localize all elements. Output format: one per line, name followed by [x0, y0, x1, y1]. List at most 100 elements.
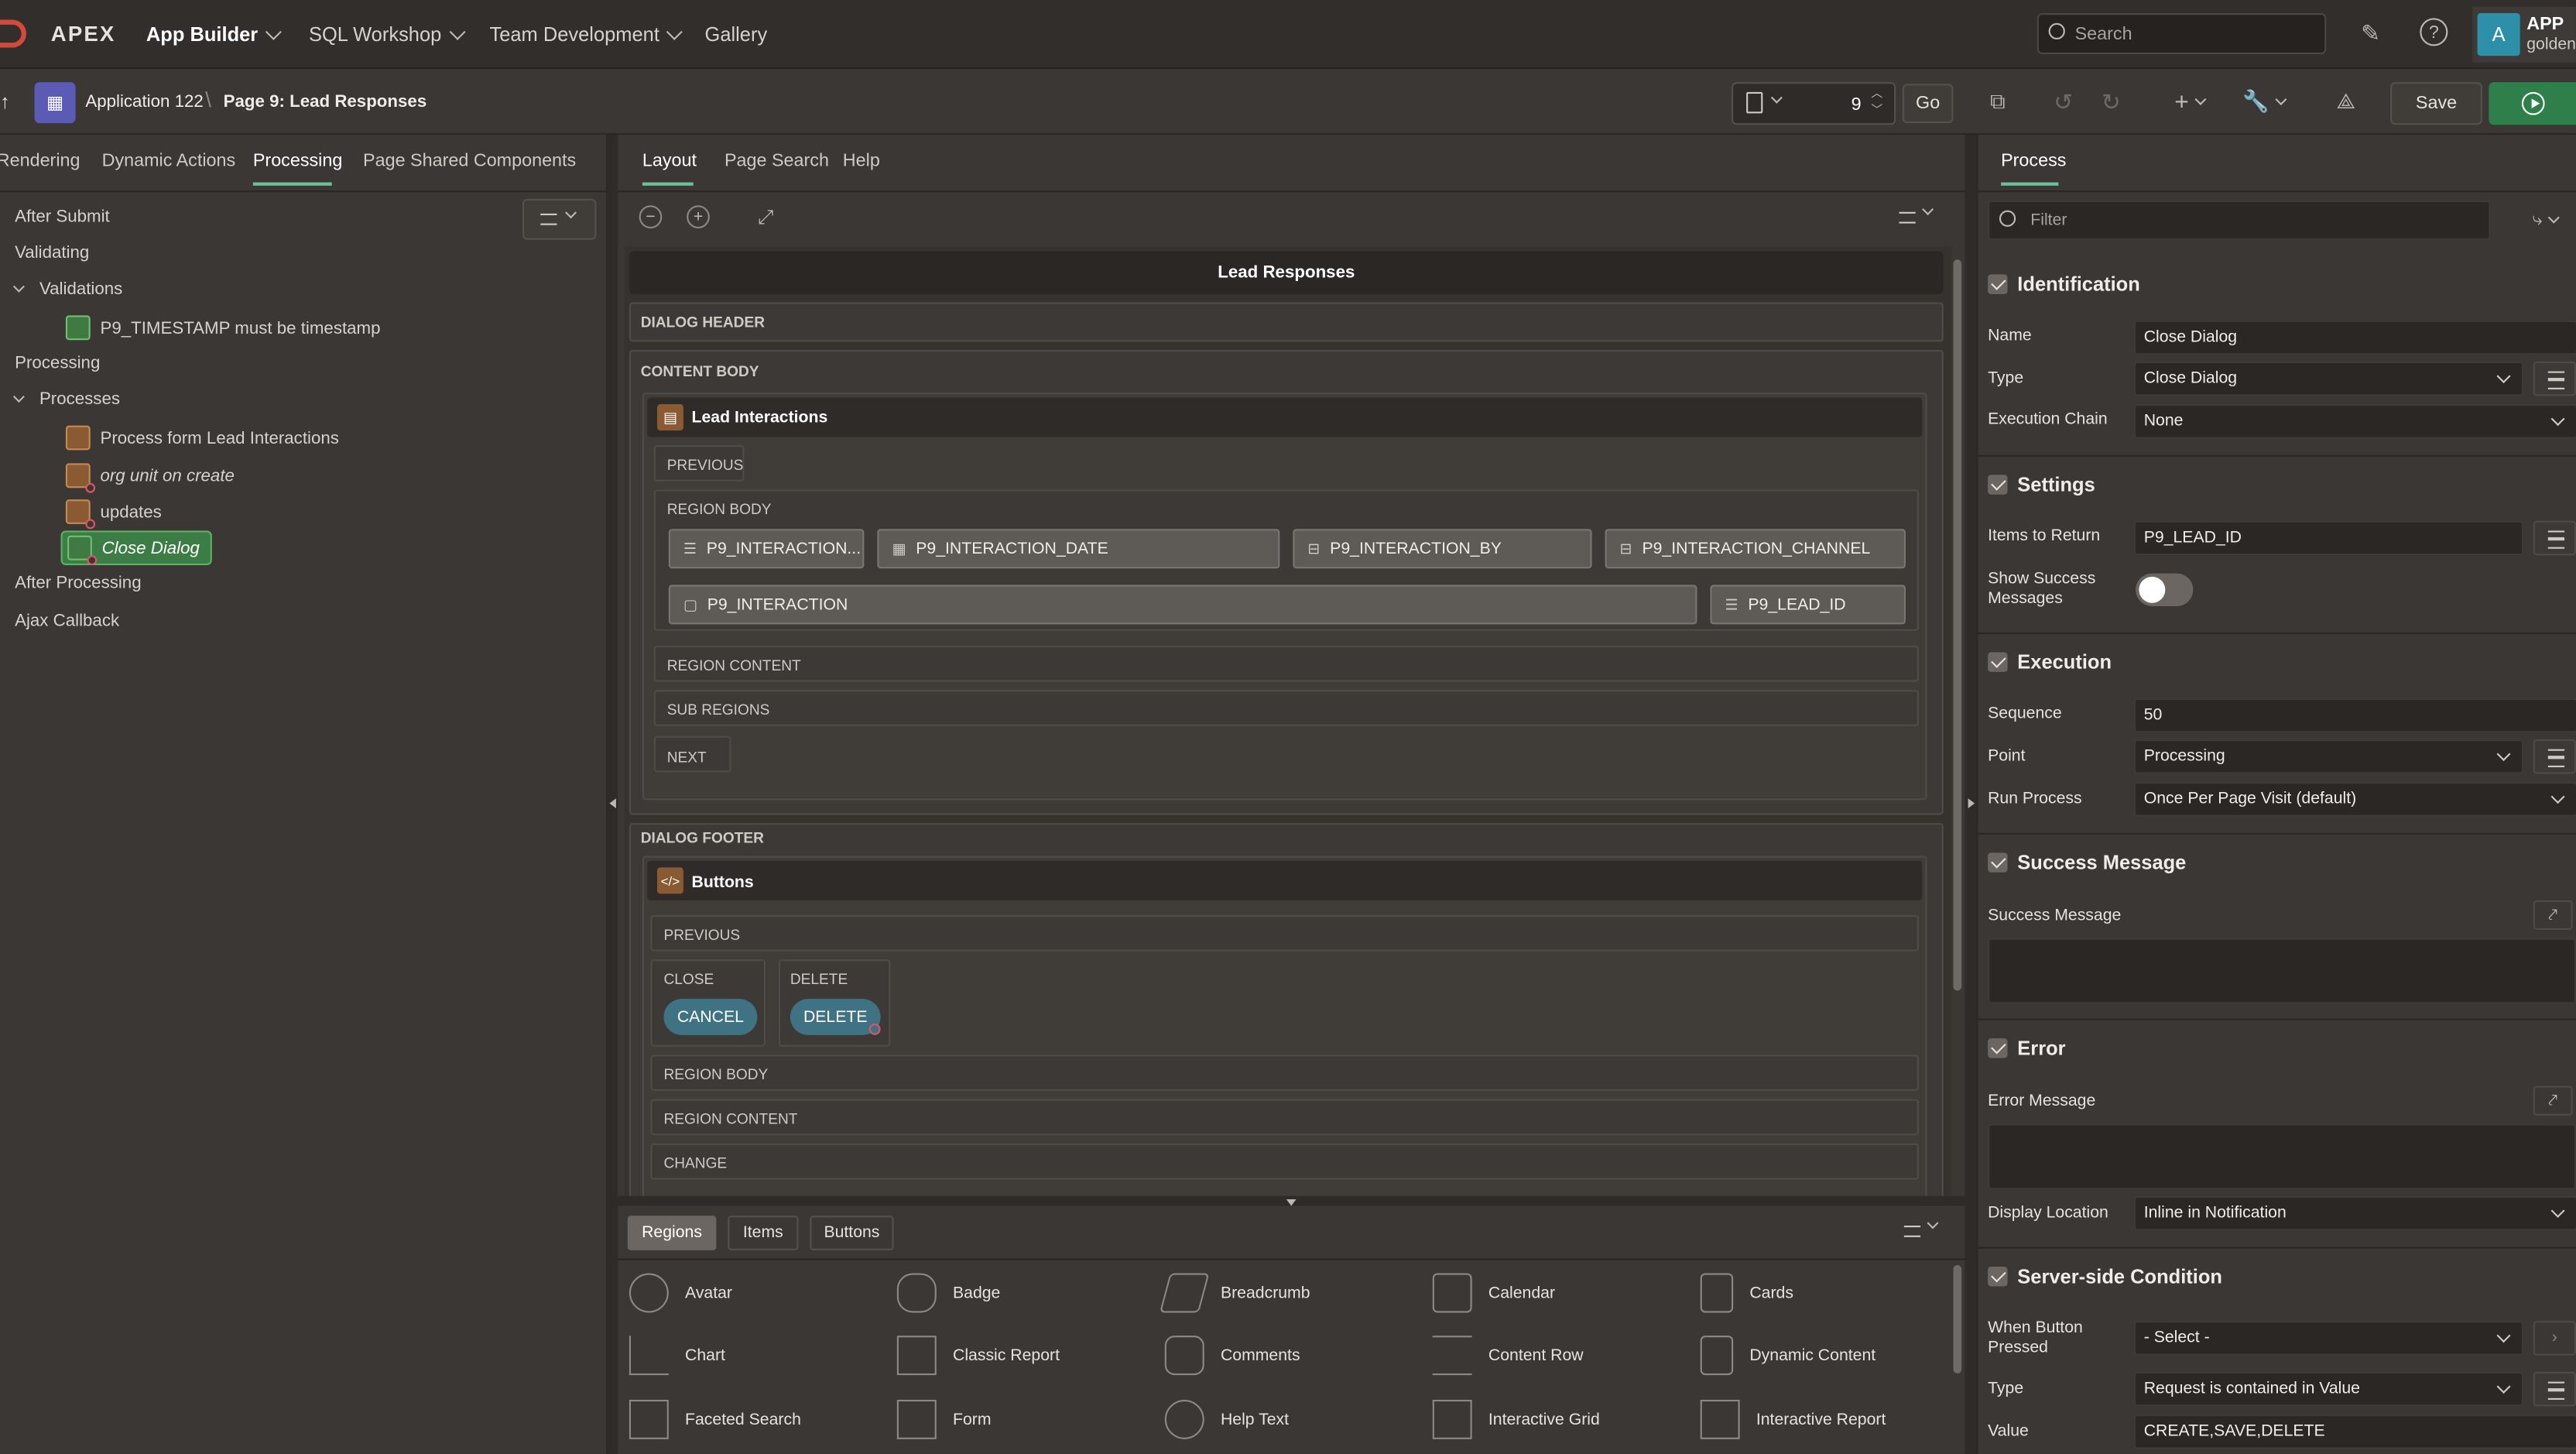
gallery-content-row[interactable]: Content Row	[1432, 1336, 1584, 1376]
tree-menu-button[interactable]	[522, 198, 597, 240]
chevron-down-icon[interactable]	[12, 279, 25, 292]
section-identification[interactable]: Identification	[1988, 273, 2140, 296]
type-select[interactable]: Close Dialog	[2133, 361, 2524, 396]
nav-app-builder[interactable]: App Builder	[146, 23, 282, 46]
sub-regions-position[interactable]	[653, 690, 1919, 726]
tab-page-shared-components[interactable]: Page Shared Components	[363, 151, 576, 170]
sequence-field[interactable]: 50	[2133, 698, 2576, 733]
layout-menu-button[interactable]	[1893, 204, 1938, 231]
user-menu[interactable]: A APP golden	[2472, 6, 2576, 63]
gallery-breadcrumb[interactable]: Breadcrumb	[1159, 1273, 1310, 1313]
nav-team-development[interactable]: Team Development	[489, 23, 683, 46]
previous-position[interactable]	[650, 914, 1919, 952]
shared-components-icon[interactable]: ⟁	[2331, 87, 2361, 116]
property-filter-input[interactable]: Filter	[1988, 200, 2491, 240]
gallery-tab-regions[interactable]: Regions	[627, 1216, 717, 1250]
tree-validations[interactable]: Validations	[12, 279, 122, 299]
gallery-cards[interactable]: Cards	[1700, 1273, 1793, 1313]
gallery-tab-buttons[interactable]: Buttons	[810, 1216, 894, 1250]
item-p9-interaction-id[interactable]: ☰ P9_INTERACTION...	[668, 529, 865, 569]
chevron-right-icon[interactable]: ›	[2533, 1321, 2576, 1356]
change-position[interactable]	[650, 1143, 1919, 1180]
application-icon[interactable]: ▦	[34, 82, 76, 124]
zoom-in-icon[interactable]: +	[687, 205, 710, 228]
items-to-return-list-icon[interactable]	[2533, 520, 2576, 556]
redo-icon[interactable]: ↻	[2096, 87, 2126, 116]
region-header[interactable]	[647, 860, 1923, 900]
canvas-scrollbar[interactable]	[1953, 259, 1962, 991]
section-settings[interactable]: Settings	[1988, 473, 2095, 496]
gallery-interactive-report[interactable]: Interactive Report	[1700, 1399, 1886, 1439]
section-server-side-condition[interactable]: Server-side Condition	[1988, 1265, 2222, 1288]
tree-process-org-unit[interactable]: org unit on create	[65, 463, 235, 493]
tab-dynamic-actions[interactable]: Dynamic Actions	[102, 151, 236, 170]
breadcrumb-page[interactable]: Page 9: Lead Responses	[224, 92, 427, 111]
region-body-position[interactable]	[650, 1054, 1919, 1092]
condition-type-select[interactable]: Request is contained in Value	[2133, 1371, 2524, 1407]
point-list-icon[interactable]	[2533, 739, 2576, 774]
go-button[interactable]: Go	[1902, 84, 1954, 124]
gallery-badge[interactable]: Badge	[896, 1273, 1000, 1313]
tree-process-updates[interactable]: updates	[65, 499, 162, 530]
developer-tools-icon[interactable]: ✎	[2356, 18, 2386, 47]
tree-ajax-callback[interactable]: Ajax Callback	[15, 611, 119, 630]
value-field[interactable]: CREATE,SAVE,DELETE	[2133, 1415, 2576, 1449]
tree-processes[interactable]: Processes	[12, 389, 120, 409]
stepper-icon[interactable]: ︿ ﹀	[1871, 87, 1882, 119]
lock-page-icon[interactable]: ⧉	[1983, 87, 2012, 116]
error-message-textarea[interactable]	[1988, 1123, 2576, 1190]
show-success-messages-toggle[interactable]	[2136, 573, 2194, 607]
nav-gallery[interactable]: Gallery	[705, 23, 768, 46]
global-search-input[interactable]: Search	[2036, 12, 2327, 55]
left-splitter[interactable]	[608, 135, 618, 1454]
tree-validating[interactable]: Validating	[15, 243, 89, 262]
splitter-arrow-icon[interactable]	[1968, 798, 1975, 809]
tree-process-close-dialog[interactable]: Close Dialog	[60, 530, 211, 565]
item-p9-interaction[interactable]: ▢ P9_INTERACTION	[668, 585, 1697, 625]
save-button[interactable]: Save	[2390, 82, 2482, 125]
page-number-input[interactable]	[1799, 90, 1862, 118]
when-button-pressed-select[interactable]: - Select -	[2133, 1321, 2524, 1356]
gallery-avatar[interactable]: Avatar	[629, 1273, 732, 1313]
arrow-up-icon[interactable]: ↑	[0, 89, 13, 115]
item-p9-interaction-by[interactable]: ⊟ P9_INTERACTION_BY	[1293, 529, 1592, 569]
dialog-header-position[interactable]	[629, 302, 1944, 342]
gallery-calendar[interactable]: Calendar	[1432, 1273, 1555, 1313]
condition-type-list-icon[interactable]	[2533, 1371, 2576, 1407]
tab-processing[interactable]: Processing	[253, 151, 343, 170]
gallery-dynamic-content[interactable]: Dynamic Content	[1700, 1336, 1875, 1376]
run-process-select[interactable]: Once Per Page Visit (default)	[2133, 782, 2576, 817]
tab-process[interactable]: Process	[2001, 151, 2066, 170]
item-p9-interaction-channel[interactable]: ⊟ P9_INTERACTION_CHANNEL	[1605, 529, 1906, 569]
gallery-faceted-search[interactable]: Faceted Search	[629, 1399, 801, 1439]
tab-page-search[interactable]: Page Search	[724, 151, 829, 170]
brand-name[interactable]: APEX	[51, 22, 116, 46]
gallery-tab-items[interactable]: Items	[728, 1216, 799, 1250]
right-splitter[interactable]	[1965, 135, 1977, 1454]
region-content-position[interactable]	[653, 645, 1919, 682]
section-execution[interactable]: Execution	[1988, 650, 2112, 674]
open-editor-icon[interactable]: ⤤	[2533, 1085, 2573, 1116]
delete-button[interactable]: DELETE	[790, 999, 881, 1035]
section-success-message[interactable]: Success Message	[1988, 851, 2186, 874]
nav-sql-workshop[interactable]: SQL Workshop	[309, 23, 465, 46]
gallery-form[interactable]: Form	[896, 1399, 992, 1439]
tree-process-form[interactable]: Process form Lead Interactions	[65, 425, 339, 451]
page-selector[interactable]: ︿﹀	[1732, 82, 1896, 125]
item-p9-lead-id[interactable]: ☰ P9_LEAD_ID	[1710, 585, 1906, 625]
expand-icon[interactable]: ⤢	[754, 204, 777, 228]
tab-help[interactable]: Help	[843, 151, 880, 170]
chevron-down-icon[interactable]	[12, 389, 25, 402]
cancel-button[interactable]: CANCEL	[663, 999, 758, 1035]
items-to-return-field[interactable]: P9_LEAD_ID	[2133, 520, 2524, 556]
section-error[interactable]: Error	[1988, 1037, 2066, 1060]
splitter-arrow-icon[interactable]	[609, 798, 616, 809]
gallery-interactive-grid[interactable]: Interactive Grid	[1432, 1399, 1600, 1439]
region-content-position[interactable]	[650, 1099, 1919, 1136]
utilities-menu-icon[interactable]: 🔧	[2242, 87, 2287, 116]
success-message-textarea[interactable]	[1988, 938, 2576, 1004]
tree-validation-item[interactable]: P9_TIMESTAMP must be timestamp	[65, 315, 381, 341]
item-p9-interaction-date[interactable]: ▦ P9_INTERACTION_DATE	[877, 529, 1280, 569]
gallery-comments[interactable]: Comments	[1164, 1336, 1300, 1376]
display-location-select[interactable]: Inline in Notification	[2133, 1195, 2576, 1231]
